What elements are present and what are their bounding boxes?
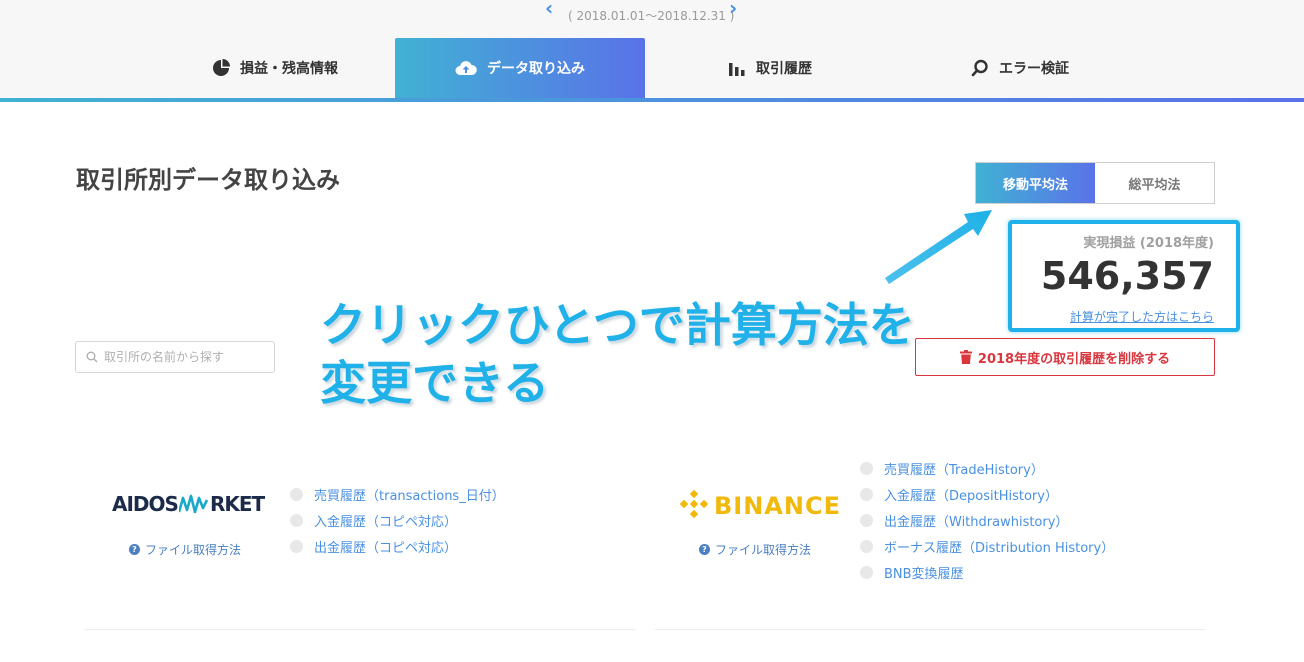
- tab-profit-balance[interactable]: 損益・残高情報: [150, 38, 400, 98]
- moving-average-button[interactable]: 移動平均法: [976, 163, 1095, 203]
- tab-data-import[interactable]: データ取り込み: [395, 38, 645, 98]
- file-label: 入金履歴（コピペ対応）: [314, 514, 458, 530]
- logo-text: AIDOS: [112, 492, 179, 516]
- file-list: 売買履歴（transactions_日付） 入金履歴（コピペ対応） 出金履歴（コ…: [290, 481, 505, 559]
- file-howto-link[interactable]: ? ファイル取得方法: [129, 541, 241, 558]
- delete-history-button[interactable]: 2018年度の取引履歴を削除する: [915, 338, 1215, 376]
- file-label: BNB変換履歴: [884, 566, 964, 582]
- status-dot-icon: [860, 539, 873, 553]
- pie-chart-icon: [212, 59, 230, 77]
- annotation-text: クリックひとつで計算方法を 変更できる: [320, 296, 915, 412]
- file-howto-link[interactable]: ? ファイル取得方法: [699, 541, 811, 558]
- search-input[interactable]: [104, 350, 264, 364]
- file-item[interactable]: 入金履歴（DepositHistory）: [860, 481, 1114, 507]
- trash-icon: [959, 350, 972, 364]
- file-label: 売買履歴（TradeHistory）: [884, 462, 1044, 478]
- calc-method-toggle: 移動平均法 総平均法: [975, 162, 1215, 204]
- search-icon: [86, 348, 98, 367]
- tab-error-check[interactable]: エラー検証: [895, 38, 1145, 98]
- file-label: 売買履歴（transactions_日付）: [314, 488, 505, 504]
- help-icon: ?: [699, 544, 710, 555]
- tab-underline: [0, 98, 1304, 102]
- file-item[interactable]: 出金履歴（コピペ対応）: [290, 533, 505, 559]
- exchange-card-binance: BINANCE ? ファイル取得方法 売買履歴（TradeHistory） 入金…: [655, 450, 1205, 630]
- binance-diamond-icon: [679, 489, 709, 522]
- divider: [655, 629, 1205, 630]
- tab-trade-history[interactable]: 取引履歴: [645, 38, 895, 98]
- search-icon: [971, 59, 989, 77]
- cloud-upload-icon: [455, 60, 477, 76]
- status-dot-icon: [860, 461, 873, 475]
- top-bar: ‹ ( 2018.01.01〜2018.12.31 ) › 損益・残高情報 デー…: [0, 0, 1304, 98]
- file-label: 出金履歴（Withdrawhistory）: [884, 514, 1069, 530]
- profit-label: 実現損益 (2018年度): [1083, 236, 1214, 251]
- help-icon: ?: [129, 544, 140, 555]
- status-dot-icon: [860, 513, 873, 527]
- file-list: 売買履歴（TradeHistory） 入金履歴（DepositHistory） …: [860, 455, 1114, 585]
- logo-text: RKET: [209, 492, 265, 516]
- howto-label: ファイル取得方法: [715, 543, 812, 557]
- file-item[interactable]: 入金履歴（コピペ対応）: [290, 507, 505, 533]
- profit-value: 546,357: [1040, 254, 1214, 298]
- delete-label: 2018年度の取引履歴を削除する: [977, 351, 1171, 367]
- tab-label: データ取り込み: [487, 61, 585, 77]
- file-item[interactable]: BNB変換履歴: [860, 559, 1114, 585]
- tab-label: エラー検証: [999, 61, 1069, 77]
- prev-period-icon[interactable]: ‹: [545, 0, 553, 20]
- file-item[interactable]: ボーナス履歴（Distribution History）: [860, 533, 1114, 559]
- exchange-search: [75, 341, 275, 373]
- status-dot-icon: [290, 513, 303, 527]
- status-dot-icon: [860, 487, 873, 501]
- file-label: 出金履歴（コピペ対応）: [314, 540, 458, 556]
- calc-complete-link[interactable]: 計算が完了した方はこちら: [1070, 308, 1214, 325]
- main-tabs: 損益・残高情報 データ取り込み 取引履歴 エラー検証: [150, 38, 1150, 98]
- annotation-line: 変更できる: [320, 356, 550, 410]
- wave-icon: [178, 494, 209, 514]
- period-selector: ‹ ( 2018.01.01〜2018.12.31 ) ›: [0, 0, 1304, 30]
- next-period-icon[interactable]: ›: [729, 0, 737, 20]
- divider: [85, 629, 635, 630]
- file-item[interactable]: 売買履歴（transactions_日付）: [290, 481, 505, 507]
- period-range: ( 2018.01.01〜2018.12.31 ): [568, 9, 735, 23]
- file-label: 入金履歴（DepositHistory）: [884, 488, 1058, 504]
- exchange-card-aidosmarket: AIDOS RKET ? ファイル取得方法 売買履歴（transactions_…: [85, 450, 635, 630]
- realized-profit-box: 実現損益 (2018年度) ¥ 546,357 計算が完了した方はこちら: [1008, 220, 1240, 332]
- total-average-button[interactable]: 総平均法: [1095, 163, 1214, 203]
- howto-label: ファイル取得方法: [145, 543, 242, 557]
- file-item[interactable]: 売買履歴（TradeHistory）: [860, 455, 1114, 481]
- tab-label: 損益・残高情報: [240, 61, 338, 77]
- status-dot-icon: [290, 487, 303, 501]
- bar-chart-icon: [728, 59, 746, 77]
- file-label: ボーナス履歴（Distribution History）: [884, 540, 1115, 556]
- annotation-arrow-icon: [885, 210, 992, 284]
- status-dot-icon: [860, 565, 873, 579]
- binance-logo: BINANCE: [679, 489, 841, 522]
- file-item[interactable]: 出金履歴（Withdrawhistory）: [860, 507, 1114, 533]
- aidosmarket-logo: AIDOS RKET: [112, 492, 265, 516]
- tab-label: 取引履歴: [756, 61, 812, 77]
- status-dot-icon: [290, 539, 303, 553]
- page-title: 取引所別データ取り込み: [76, 166, 340, 194]
- annotation-line: クリックひとつで計算方法を: [320, 298, 915, 352]
- logo-text: BINANCE: [714, 492, 841, 520]
